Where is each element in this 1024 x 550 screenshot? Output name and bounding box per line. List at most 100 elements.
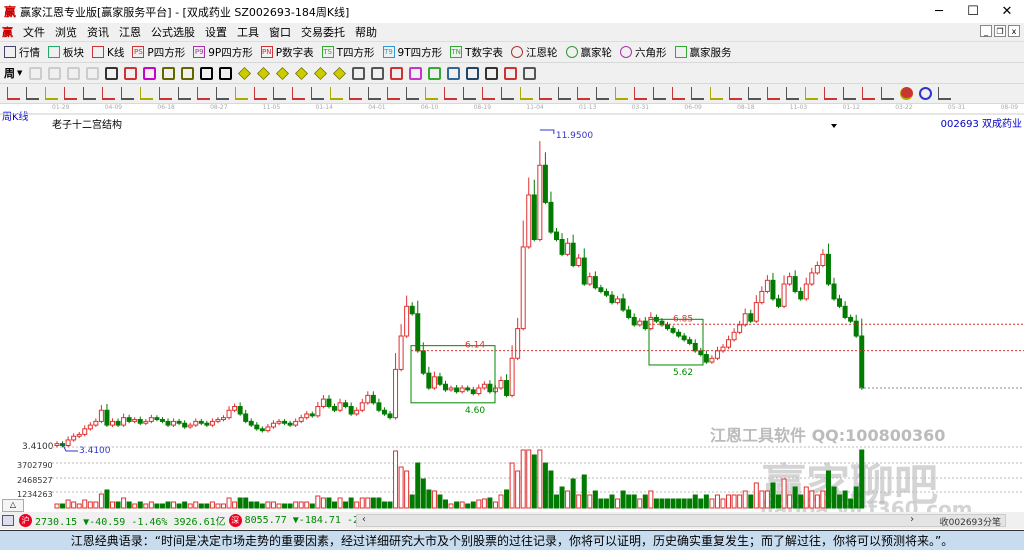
drawing-tool-icon[interactable] — [767, 87, 780, 100]
menu-item[interactable]: 资讯 — [87, 24, 109, 40]
tool-icon[interactable] — [390, 66, 404, 80]
tool-icon[interactable] — [105, 66, 119, 80]
mdi-minimize-button[interactable]: _ — [980, 25, 992, 37]
tool-icon[interactable] — [200, 66, 214, 80]
tool-icon[interactable] — [485, 66, 499, 80]
drawing-tool-icon[interactable] — [7, 87, 20, 100]
toolbar-item[interactable]: K线 — [92, 45, 124, 60]
toolbar-item[interactable]: TS T四方形 — [321, 45, 375, 60]
minimize-button[interactable]: ─ — [922, 0, 956, 23]
tool-icon[interactable] — [504, 66, 518, 80]
drawing-tool-icon[interactable] — [64, 87, 77, 100]
period-select[interactable]: 周 — [4, 65, 15, 81]
tool-icon[interactable] — [276, 66, 290, 80]
drawing-tool-icon[interactable] — [368, 87, 381, 100]
drawing-tool-icon[interactable] — [311, 87, 324, 100]
drawing-tool-icon[interactable] — [558, 87, 571, 100]
drawing-tool-icon[interactable] — [824, 87, 837, 100]
tool-icon[interactable] — [86, 66, 100, 80]
drawing-tool-icon[interactable] — [672, 87, 685, 100]
tool-icon[interactable] — [447, 66, 461, 80]
drawing-tool-icon[interactable] — [862, 87, 875, 100]
quote-table-icon[interactable] — [2, 515, 14, 526]
tool-icon[interactable] — [352, 66, 366, 80]
tool-icon[interactable] — [124, 66, 138, 80]
drawing-tool-icon[interactable] — [140, 87, 153, 100]
close-button[interactable]: ✕ — [990, 0, 1024, 23]
toolbar-item[interactable]: T9 9T四方形 — [382, 45, 442, 60]
menu-item[interactable]: 设置 — [205, 24, 227, 40]
toolbar-item[interactable]: 江恩轮 — [511, 45, 558, 60]
drawing-tool-icon[interactable] — [292, 87, 305, 100]
toolbar-item[interactable]: P9 9P四方形 — [193, 45, 253, 60]
tool-icon[interactable] — [371, 66, 385, 80]
drawing-tool-icon[interactable] — [216, 87, 229, 100]
toolbar-item[interactable]: 板块 — [48, 45, 84, 60]
drawing-tool-icon[interactable] — [919, 87, 932, 100]
menu-item[interactable]: 交易委托 — [301, 24, 345, 40]
drawing-tool-icon[interactable] — [577, 87, 590, 100]
drawing-tool-icon[interactable] — [159, 87, 172, 100]
tool-icon[interactable] — [523, 66, 537, 80]
drawing-tool-icon[interactable] — [710, 87, 723, 100]
drawing-tool-icon[interactable] — [805, 87, 818, 100]
drawing-tool-icon[interactable] — [748, 87, 761, 100]
drawing-tool-icon[interactable] — [425, 87, 438, 100]
tick-data-label[interactable]: 收002693分笔 — [940, 515, 1001, 528]
drawing-tool-icon[interactable] — [406, 87, 419, 100]
drawing-tool-icon[interactable] — [349, 87, 362, 100]
chevron-down-icon[interactable]: ▼ — [17, 69, 22, 77]
tool-icon[interactable] — [466, 66, 480, 80]
drawing-tool-icon[interactable] — [938, 87, 951, 100]
tool-icon[interactable] — [333, 66, 347, 80]
mdi-restore-button[interactable]: ❐ — [994, 25, 1006, 37]
drawing-tool-icon[interactable] — [178, 87, 191, 100]
tool-icon[interactable] — [181, 66, 195, 80]
drawing-tool-icon[interactable] — [881, 87, 894, 100]
scroll-right-icon[interactable]: › — [909, 514, 915, 525]
kline-chart[interactable]: 周K线 老子十二宫结构 002693 双成药业 3.4100 江恩工具软件 QQ… — [0, 104, 1024, 521]
tool-icon[interactable] — [409, 66, 423, 80]
tool-icon[interactable] — [257, 66, 271, 80]
horizontal-scrollbar[interactable]: ‹ › 收002693分笔 — [356, 514, 1006, 528]
menu-item[interactable]: 浏览 — [55, 24, 77, 40]
drawing-tool-icon[interactable] — [900, 87, 913, 100]
drawing-tool-icon[interactable] — [273, 87, 286, 100]
drawing-tool-icon[interactable] — [83, 87, 96, 100]
drawing-tool-icon[interactable] — [634, 87, 647, 100]
drawing-tool-icon[interactable] — [653, 87, 666, 100]
toolbar-item[interactable]: 六角形 — [620, 45, 667, 60]
tool-icon[interactable] — [295, 66, 309, 80]
tool-icon[interactable] — [238, 66, 252, 80]
menu-item[interactable]: 帮助 — [355, 24, 377, 40]
toolbar-item[interactable]: 赢家轮 — [565, 45, 612, 60]
maximize-button[interactable]: ☐ — [956, 0, 990, 23]
menu-item[interactable]: 公式选股 — [151, 24, 195, 40]
drawing-tool-icon[interactable] — [387, 87, 400, 100]
drawing-tool-icon[interactable] — [520, 87, 533, 100]
tool-icon[interactable] — [67, 66, 81, 80]
drawing-tool-icon[interactable] — [539, 87, 552, 100]
toolbar-item[interactable]: TN T数字表 — [450, 45, 503, 60]
drawing-tool-icon[interactable] — [843, 87, 856, 100]
menu-item[interactable]: 江恩 — [119, 24, 141, 40]
toolbar-item[interactable]: PS P四方形 — [132, 45, 185, 60]
drawing-tool-icon[interactable] — [45, 87, 58, 100]
scroll-left-icon[interactable]: ‹ — [361, 514, 367, 525]
drawing-tool-icon[interactable] — [235, 87, 248, 100]
collapse-button[interactable]: △ — [2, 499, 24, 512]
tool-icon[interactable] — [428, 66, 442, 80]
drawing-tool-icon[interactable] — [691, 87, 704, 100]
tool-icon[interactable] — [143, 66, 157, 80]
drawing-tool-icon[interactable] — [330, 87, 343, 100]
drawing-tool-icon[interactable] — [26, 87, 39, 100]
drawing-tool-icon[interactable] — [482, 87, 495, 100]
toolbar-item[interactable]: PN P数字表 — [260, 45, 314, 60]
drawing-tool-icon[interactable] — [729, 87, 742, 100]
menu-item[interactable]: 窗口 — [269, 24, 291, 40]
menu-item[interactable]: 工具 — [237, 24, 259, 40]
tool-icon[interactable] — [162, 66, 176, 80]
drawing-tool-icon[interactable] — [197, 87, 210, 100]
tool-icon[interactable] — [219, 66, 233, 80]
drawing-tool-icon[interactable] — [786, 87, 799, 100]
